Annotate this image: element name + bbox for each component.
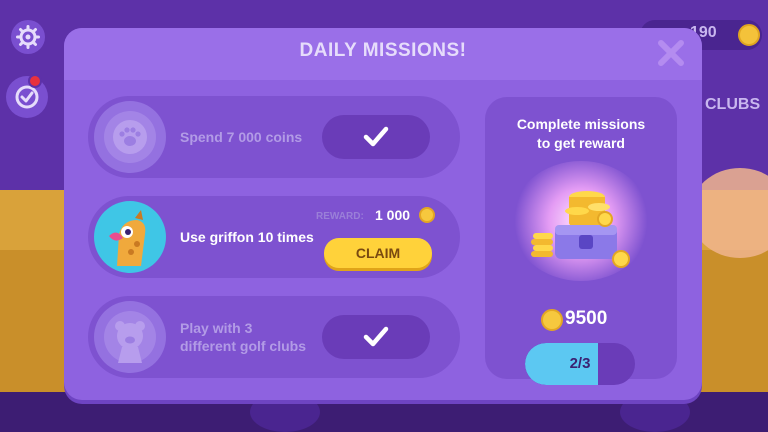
claim-button[interactable]: CLAIM (324, 238, 432, 268)
mission-avatar (94, 101, 166, 173)
coin-icon (541, 309, 563, 331)
treasure-chest-icon (531, 191, 630, 268)
mission-progress-text: 2/3 (569, 355, 591, 372)
notification-dot (28, 74, 42, 88)
dialog-title: DAILY MISSIONS! (299, 40, 467, 61)
coin-icon (419, 207, 435, 223)
mission-progress-bar: 2/3 (525, 343, 635, 385)
daily-missions-dialog: DAILY MISSIONS! Spend 7 000 coins Use gr… (64, 28, 702, 400)
close-icon (658, 40, 684, 66)
mission-complete-indicator (322, 315, 430, 359)
griffon-icon (98, 205, 162, 269)
close-button[interactable] (656, 38, 686, 68)
bear-character-icon (104, 311, 156, 363)
mission-row: Use griffon 10 times REWARD: 1 000 CLAIM (88, 196, 460, 278)
reward-panel-title-line-2: to get reward (537, 135, 625, 151)
settings-gear-button[interactable] (11, 20, 45, 54)
mission-avatar (94, 201, 166, 273)
reward-panel: Complete missions to get reward 9500 2/3 (485, 97, 677, 385)
clubs-label: CLUBS (705, 96, 761, 113)
reward-panel-title-line-1: Complete missions (516, 116, 646, 132)
mission-row: Spend 7 000 coins (88, 96, 460, 178)
reward-amount: 9500 (565, 308, 608, 329)
mission-text: Use griffon 10 times (180, 229, 314, 245)
coin-icon (738, 24, 760, 46)
mission-row: Play with 3 different golf clubs (88, 296, 460, 378)
mission-text: Spend 7 000 coins (180, 129, 303, 145)
reward-panel-title: Complete missions to get reward (485, 115, 677, 153)
paw-badge-icon (104, 111, 156, 163)
mission-text-line-2: different golf clubs (180, 338, 306, 354)
reward-value: 1 000 (375, 207, 411, 223)
mission-avatar (94, 301, 166, 373)
gear-icon (16, 25, 40, 49)
reward-label: REWARD: (316, 211, 364, 222)
mission-complete-indicator (322, 115, 430, 159)
mission-text-line-1: Play with 3 (180, 320, 253, 336)
checkmark-icon (363, 126, 389, 147)
checkmark-icon (363, 326, 389, 347)
